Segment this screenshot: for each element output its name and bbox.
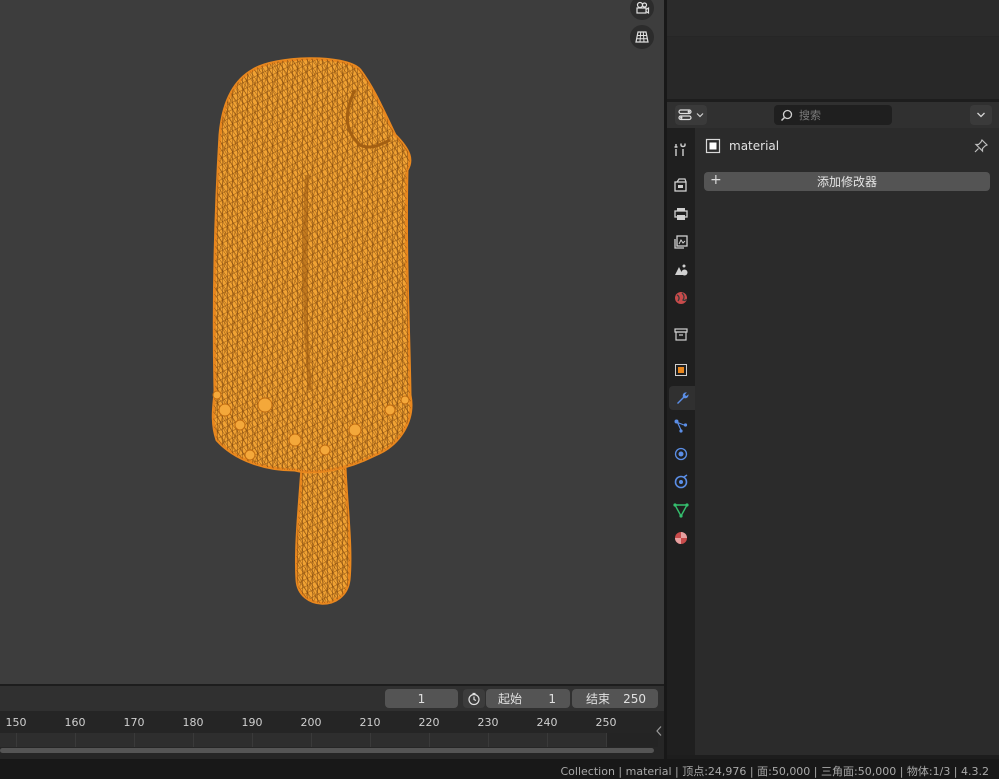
playback-clock-button[interactable] [463,689,485,708]
properties-header [667,102,999,128]
tab-output[interactable] [669,202,693,226]
object-context: material [705,138,779,154]
pin-button[interactable] [973,138,989,157]
end-frame-label: 结束 [586,692,611,706]
start-frame-field[interactable]: 起始 1 [486,689,570,708]
frame-grid-line [193,733,194,747]
chevron-down-icon [977,112,985,118]
popsicle-wireframe-model[interactable] [195,50,435,620]
world-icon [675,292,688,304]
clock-icon [468,692,480,705]
start-frame-value: 1 [548,691,556,706]
chevron-down-icon [696,113,704,118]
plus-icon: + [710,172,722,188]
frame-ruler[interactable]: 150 160 170 180 190 200 210 220 230 240 250 [0,711,664,733]
tab-modifiers[interactable] [669,386,695,410]
wrench-icon [677,392,689,404]
start-frame-label: 起始 [498,692,523,706]
3d-viewport[interactable] [0,0,664,684]
object-name: material [729,139,780,153]
pin-icon [974,138,989,153]
particles-icon [674,419,688,433]
add-modifier-label: 添加修改器 [816,175,877,189]
timeline-area[interactable]: 150 160 170 180 190 200 210 220 230 240 250 [0,711,664,759]
tab-render[interactable] [669,173,693,197]
frame-grid-line [311,733,312,747]
frame-tick-label: 200 [300,716,322,729]
tab-particles[interactable] [669,414,693,438]
render-icon [674,178,687,192]
object-icon [675,364,687,376]
track-out-of-range [606,733,658,747]
frame-tick-label: 150 [5,716,27,729]
collection-icon [674,328,688,341]
frame-tick-label: 170 [123,716,145,729]
frame-grid-line [488,733,489,747]
search-icon [780,109,793,121]
current-frame-field[interactable]: 1 [385,689,458,708]
frame-tick-label: 190 [241,716,263,729]
properties-search[interactable] [774,105,892,125]
frame-tick-label: 210 [359,716,381,729]
tab-tool[interactable] [669,138,693,162]
frame-grid-line [547,733,548,747]
status-bar: Collection | material | 顶点:24,976 | 面:50… [0,759,999,779]
grid-view-icon [635,31,649,43]
frame-grid-line [75,733,76,747]
scene-icon [675,264,688,276]
tab-constraints[interactable] [669,470,693,494]
editor-type-button[interactable] [675,105,707,125]
properties-tab-bar [667,128,695,755]
current-frame-value: 1 [417,691,426,706]
timeline-header: 1 起始 1 结束 250 [0,686,664,711]
tab-view-layer[interactable] [669,230,693,254]
properties-panel: material + 添加修改器 [695,128,999,755]
grid-view-button[interactable] [630,25,654,49]
frame-tick-label: 160 [64,716,86,729]
options-dropdown-button[interactable] [970,105,992,125]
end-frame-field[interactable]: 结束 250 [572,689,658,708]
scene-statistics: Collection | material | 顶点:24,976 | 面:50… [560,765,990,778]
chevron-left-icon[interactable] [655,725,663,737]
outliner-area[interactable] [667,0,999,99]
camera-view-button[interactable] [630,0,654,20]
outliner-strip [667,0,999,37]
frame-grid-line [134,733,135,747]
physics-icon [674,447,688,461]
tab-world[interactable] [669,286,693,310]
frame-tick-label: 240 [536,716,558,729]
mesh-data-icon [673,503,689,518]
frame-tick-label: 180 [182,716,204,729]
tab-material[interactable] [669,526,693,550]
properties-editor-icon [678,109,692,121]
tool-icon [674,143,686,156]
tab-physics[interactable] [669,442,693,466]
frame-grid-line [606,733,607,747]
search-input[interactable] [797,107,891,123]
frame-grid-line [252,733,253,747]
tab-object[interactable] [669,358,693,382]
object-icon [705,138,721,154]
tab-scene[interactable] [669,258,693,282]
add-modifier-button[interactable]: + 添加修改器 [704,172,990,191]
frame-tick-label: 250 [595,716,617,729]
frame-grid-line [370,733,371,747]
tab-collection[interactable] [669,322,693,346]
tab-data[interactable] [669,498,693,522]
frame-grid-line [16,733,17,747]
frame-tick-label: 230 [477,716,499,729]
view-layer-icon [674,235,688,249]
frame-tick-label: 220 [418,716,440,729]
material-icon [675,532,687,544]
end-frame-value: 250 [623,691,646,706]
keyframe-track[interactable] [0,733,606,747]
constraints-icon [674,474,688,489]
frame-grid-line [429,733,430,747]
output-icon [674,208,688,220]
camera-view-icon [636,1,650,15]
timeline-scrollbar[interactable] [0,748,654,753]
